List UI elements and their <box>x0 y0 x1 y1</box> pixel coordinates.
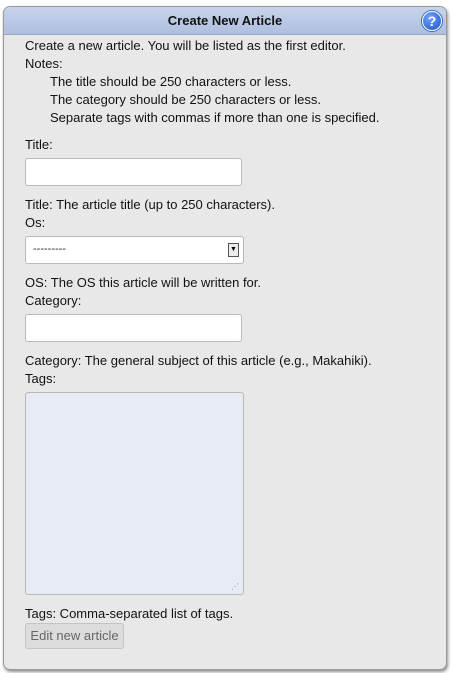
note-item: Separate tags with commas if more than o… <box>50 110 380 125</box>
intro-text: Create a new article. You will be listed… <box>25 38 346 53</box>
title-input[interactable] <box>25 158 242 186</box>
tags-label: Tags: <box>25 371 57 386</box>
notes-label: Notes: <box>25 56 63 71</box>
os-help-text: OS: The OS this article will be written … <box>25 275 262 290</box>
edit-new-article-button[interactable]: Edit new article <box>25 623 124 649</box>
create-article-panel: Create New Article ? Create a new articl… <box>3 6 447 670</box>
category-help-text: Category: The general subject of this ar… <box>25 353 372 368</box>
os-select[interactable]: --------- ▼ <box>25 236 244 264</box>
os-selected-value: --------- <box>33 243 66 255</box>
note-item: The category should be 250 characters or… <box>50 92 321 107</box>
note-item: The title should be 250 characters or le… <box>50 74 292 89</box>
panel-header: Create New Article ? <box>4 7 446 35</box>
os-label: Os: <box>25 215 46 230</box>
title-label: Title: <box>25 137 53 152</box>
category-input[interactable] <box>25 314 242 342</box>
dropdown-arrow-icon[interactable]: ▼ <box>228 243 239 257</box>
tags-textarea[interactable]: ⋰ <box>25 392 244 595</box>
title-help-text: Title: The article title (up to 250 char… <box>25 197 275 212</box>
category-label: Category: <box>25 293 82 308</box>
help-icon[interactable]: ? <box>422 11 442 31</box>
panel-title: Create New Article <box>167 13 283 28</box>
tags-help-text: Tags: Comma-separated list of tags. <box>25 606 234 621</box>
resize-grip-icon[interactable]: ⋰ <box>231 583 239 591</box>
